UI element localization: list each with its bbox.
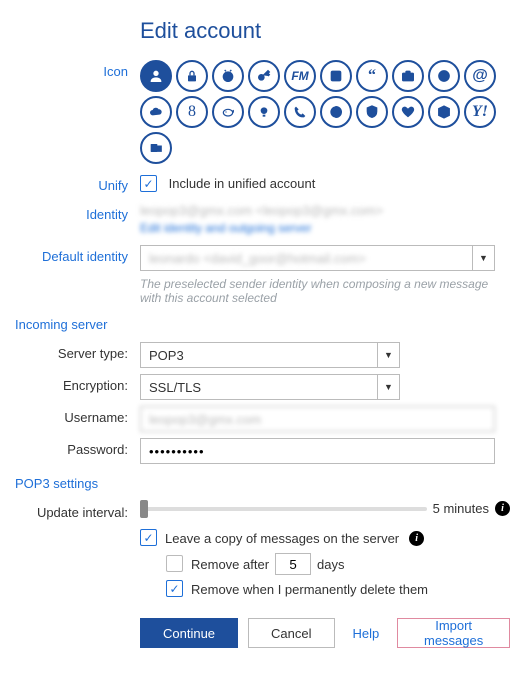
bulb-icon[interactable] [248, 96, 280, 128]
section-pop3-settings: POP3 settings [15, 476, 510, 491]
label-identity: Identity [15, 203, 140, 222]
import-messages-button[interactable]: Import messages [397, 618, 510, 648]
person-icon[interactable] [140, 60, 172, 92]
chevron-down-icon[interactable]: ▼ [377, 375, 399, 399]
globe-icon[interactable] [428, 60, 460, 92]
clock-icon[interactable] [212, 60, 244, 92]
briefcase-icon[interactable] [392, 60, 424, 92]
password-input[interactable] [140, 438, 495, 464]
info-icon[interactable]: i [495, 501, 510, 516]
default-identity-hint: The preselected sender identity when com… [140, 277, 500, 305]
lock-icon[interactable] [176, 60, 208, 92]
remove-after-checkbox[interactable] [166, 555, 183, 572]
eight-icon[interactable]: 8 [176, 96, 208, 128]
label-password: Password: [15, 438, 140, 457]
encryption-select[interactable]: SSL/TLS ▼ [140, 374, 400, 400]
remove-after-pre: Remove after [191, 557, 269, 572]
label-icon: Icon [15, 60, 140, 79]
remove-delete-label: Remove when I permanently delete them [191, 582, 428, 597]
box-icon[interactable] [320, 60, 352, 92]
server-type-value: POP3 [141, 348, 377, 363]
label-server-type: Server type: [15, 342, 140, 361]
leave-copy-label: Leave a copy of messages on the server [165, 531, 399, 546]
default-identity-value: leonardo <david_goor@hotmail.com> [141, 251, 472, 266]
continue-button[interactable]: Continue [140, 618, 238, 648]
cancel-button[interactable]: Cancel [248, 618, 334, 648]
phone-icon[interactable] [284, 96, 316, 128]
label-default-identity: Default identity [15, 245, 140, 264]
identity-value: leopop3@gmx.com <leopop3@gmx.com> [140, 203, 510, 218]
icon-picker: FM “ @ 8 Y! [140, 60, 510, 164]
section-incoming-server: Incoming server [15, 317, 510, 332]
leave-copy-checkbox[interactable]: ✓ [140, 529, 157, 546]
quote-icon[interactable]: “ [356, 60, 388, 92]
default-identity-select[interactable]: leonardo <david_goor@hotmail.com> ▼ [140, 245, 495, 271]
page-title: Edit account [140, 18, 510, 44]
fm-icon[interactable]: FM [284, 60, 316, 92]
label-username: Username: [15, 406, 140, 425]
y-icon[interactable]: Y! [464, 96, 496, 128]
update-interval-slider[interactable] [140, 507, 427, 511]
unify-checkbox[interactable]: ✓ [140, 175, 157, 192]
shield-icon[interactable] [356, 96, 388, 128]
outlook-icon[interactable] [140, 132, 172, 164]
label-unify: Unify [15, 174, 140, 193]
unify-text: Include in unified account [169, 176, 316, 191]
label-update-interval: Update interval: [15, 501, 140, 520]
remove-after-days-input[interactable] [275, 553, 311, 575]
label-encryption: Encryption: [15, 374, 140, 393]
server-type-select[interactable]: POP3 ▼ [140, 342, 400, 368]
key-icon[interactable] [248, 60, 280, 92]
encryption-value: SSL/TLS [141, 380, 377, 395]
chevron-down-icon[interactable]: ▼ [472, 246, 494, 270]
chevron-down-icon[interactable]: ▼ [377, 343, 399, 367]
at-icon[interactable]: @ [464, 60, 496, 92]
update-interval-value: 5 minutes [433, 501, 489, 516]
piggy-icon[interactable] [212, 96, 244, 128]
cube-icon[interactable] [428, 96, 460, 128]
username-input[interactable] [140, 406, 495, 432]
remove-after-post: days [317, 557, 344, 572]
slider-thumb[interactable] [140, 500, 148, 518]
remove-delete-checkbox[interactable]: ✓ [166, 580, 183, 597]
help-link[interactable]: Help [345, 618, 388, 648]
edit-identity-link[interactable]: Edit identity and outgoing server [140, 221, 510, 235]
half-circle-icon[interactable] [320, 96, 352, 128]
cloud-icon[interactable] [140, 96, 172, 128]
info-icon[interactable]: i [409, 531, 424, 546]
heart-icon[interactable] [392, 96, 424, 128]
